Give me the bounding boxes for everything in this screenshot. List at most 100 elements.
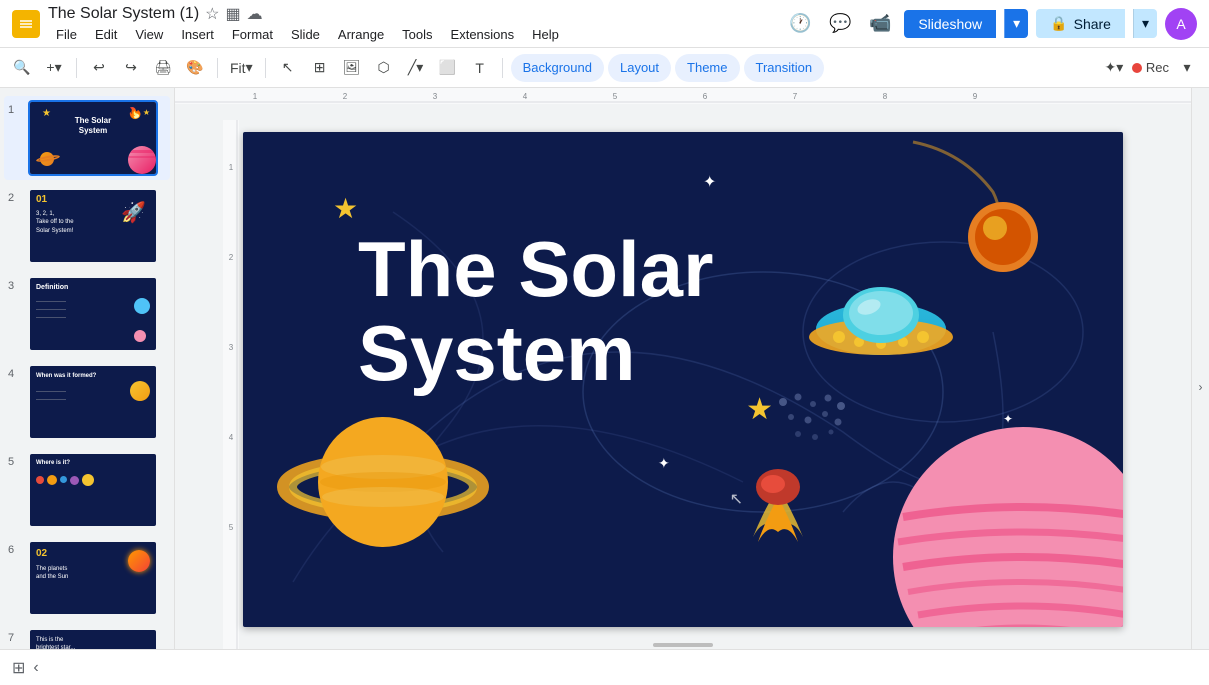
thumb-star-1: ★ — [42, 108, 51, 119]
svg-text:6: 6 — [703, 92, 708, 101]
comet-tr-svg — [903, 132, 1063, 292]
slide-num-6: 6 — [8, 544, 22, 556]
slide-thumb-5[interactable]: 5 Where is it? — [4, 448, 170, 532]
rec-dropdown[interactable]: ▾ — [1173, 54, 1201, 82]
comment-icon-btn[interactable]: 💬 — [824, 8, 856, 40]
undo-btn[interactable]: ↩ — [85, 54, 113, 82]
slide-canvas[interactable]: The Solar System ★ ✦ ✦ ✦ ✦ ✦ ★ — [243, 132, 1123, 627]
zoom-in-btn[interactable]: +▾ — [40, 54, 68, 82]
user-avatar[interactable]: A — [1165, 8, 1197, 40]
slide-5-planets — [30, 472, 156, 490]
slide-preview-3: Definition —————————————————— — [28, 276, 158, 352]
bottom-bar: ⊞ ‹ — [0, 649, 1209, 685]
folder-icon[interactable]: ▦ — [226, 4, 241, 24]
menu-insert[interactable]: Insert — [173, 25, 222, 44]
share-dropdown-button[interactable]: ▾ — [1133, 9, 1157, 38]
cursor-btn[interactable]: ↖ — [274, 54, 302, 82]
comet-fire-svg — [733, 467, 823, 567]
thumb-pink-planet — [128, 146, 156, 174]
panel-toggle-icon[interactable]: ‹ — [33, 659, 38, 677]
right-panel-toggle[interactable]: › — [1191, 88, 1209, 685]
dots-cluster — [763, 382, 863, 462]
slide-num-3: 3 — [8, 280, 22, 292]
menu-slide[interactable]: Slide — [283, 25, 328, 44]
slide-1-bg: The SolarSystem ★ ★ 🔥 — [30, 102, 156, 174]
slide-3-title: Definition — [30, 278, 156, 298]
slide-thumb-1[interactable]: 1 The SolarSystem ★ ★ — [4, 96, 170, 180]
slideshow-dropdown-button[interactable]: ▾ — [1004, 9, 1028, 38]
pink-planet-svg — [883, 377, 1123, 627]
theme-btn[interactable]: Theme — [675, 54, 739, 82]
line-btn[interactable]: ╱▾ — [402, 54, 430, 82]
redo-btn[interactable]: ↪ — [117, 54, 145, 82]
zoom-level-btn[interactable]: Fit ▾ — [226, 54, 257, 82]
svg-text:1: 1 — [229, 163, 234, 172]
scroll-bar-h[interactable] — [653, 643, 713, 647]
menu-format[interactable]: Format — [224, 25, 281, 44]
thumb-planet-4 — [130, 381, 150, 401]
layout-btn[interactable]: Layout — [608, 54, 671, 82]
print-btn[interactable]: 🖨 — [149, 54, 177, 82]
main-area: 1 The SolarSystem ★ ★ — [0, 88, 1209, 685]
paint-format-btn[interactable]: 🎨 — [181, 54, 209, 82]
slide-num-7: 7 — [8, 632, 22, 644]
slide-thumb-3[interactable]: 3 Definition —————————————————— — [4, 272, 170, 356]
slide-preview-2: 01 3, 2, 1,Take off to theSolar System! … — [28, 188, 158, 264]
history-icon-btn[interactable]: 🕐 — [784, 8, 816, 40]
cursor-pointer: ↖ — [730, 489, 743, 509]
menu-bar: File Edit View Insert Format Slide Arran… — [48, 25, 776, 44]
thumb-planet-3 — [134, 298, 150, 314]
slide-5-title: Where is it? — [30, 454, 156, 472]
rec-label[interactable]: Rec — [1146, 60, 1169, 75]
slide-5-bg: Where is it? — [30, 454, 156, 526]
svg-text:5: 5 — [229, 523, 234, 532]
slide-thumb-6[interactable]: 6 02 The planetsand the Sun — [4, 536, 170, 620]
star-1: ★ — [333, 192, 358, 225]
doc-title-row: The Solar System (1) ☆ ▦ ☁ — [48, 4, 776, 24]
editor-content: 1 2 3 4 5 — [223, 104, 1143, 655]
star-icon[interactable]: ☆ — [205, 4, 219, 24]
grid-view-icon[interactable]: ⊞ — [12, 658, 25, 678]
image-btn[interactable]: 🖼 — [338, 54, 366, 82]
menu-edit[interactable]: Edit — [87, 25, 125, 44]
pink-planet — [883, 377, 1123, 627]
ruler-v-svg: 1 2 3 4 5 — [223, 120, 239, 655]
slideshow-button[interactable]: Slideshow — [904, 10, 996, 38]
saturn-planet — [273, 387, 493, 557]
textbox-btn[interactable]: T — [466, 54, 494, 82]
assist-btn[interactable]: ✦▾ — [1100, 54, 1128, 82]
shapes-btn[interactable]: ⬡ — [370, 54, 398, 82]
thumb-planet-3b — [134, 330, 146, 342]
toolbar: 🔍 +▾ ↩ ↪ 🖨 🎨 Fit ▾ ↖ ⊞ 🖼 ⬡ ╱▾ ⬜ T Backgr… — [0, 48, 1209, 88]
sparkle-1: ✦ — [703, 172, 716, 192]
transition-btn[interactable]: Transition — [744, 54, 825, 82]
chevron-right-icon: › — [1199, 380, 1203, 394]
share-button[interactable]: 🔒 Share — [1036, 9, 1125, 38]
toolbar-separator-2 — [217, 58, 218, 78]
editor-area[interactable]: 1 2 3 4 5 6 7 8 9 1 2 3 4 — [175, 88, 1191, 685]
color-btn[interactable]: ⬜ — [434, 54, 462, 82]
background-btn[interactable]: Background — [511, 54, 604, 82]
menu-extensions[interactable]: Extensions — [443, 25, 523, 44]
menu-file[interactable]: File — [48, 25, 85, 44]
svg-text:9: 9 — [973, 92, 978, 101]
slide-num-2: 2 — [8, 192, 22, 204]
slide-preview-6: 02 The planetsand the Sun — [28, 540, 158, 616]
cloud-icon[interactable]: ☁ — [247, 4, 263, 24]
menu-arrange[interactable]: Arrange — [330, 25, 392, 44]
thumb-saturn — [36, 152, 60, 166]
slide-canvas-wrap[interactable]: The Solar System ★ ✦ ✦ ✦ ✦ ✦ ★ — [223, 104, 1143, 655]
slide-thumb-4[interactable]: 4 When was it formed? ———————————— — [4, 360, 170, 444]
search-btn[interactable]: 🔍 — [8, 54, 36, 82]
present-icon-btn[interactable]: 📹 — [864, 8, 896, 40]
slide-4-bg: When was it formed? ———————————— — [30, 366, 156, 438]
slide-panel[interactable]: 1 The SolarSystem ★ ★ — [0, 88, 175, 685]
sparkle-4: ✦ — [658, 455, 670, 472]
menu-tools[interactable]: Tools — [394, 25, 440, 44]
doc-title[interactable]: The Solar System (1) — [48, 5, 199, 23]
menu-view[interactable]: View — [127, 25, 171, 44]
menu-help[interactable]: Help — [524, 25, 567, 44]
select-btn[interactable]: ⊞ — [306, 54, 334, 82]
comet-top-right — [903, 132, 1063, 292]
slide-thumb-2[interactable]: 2 01 3, 2, 1,Take off to theSolar System… — [4, 184, 170, 268]
